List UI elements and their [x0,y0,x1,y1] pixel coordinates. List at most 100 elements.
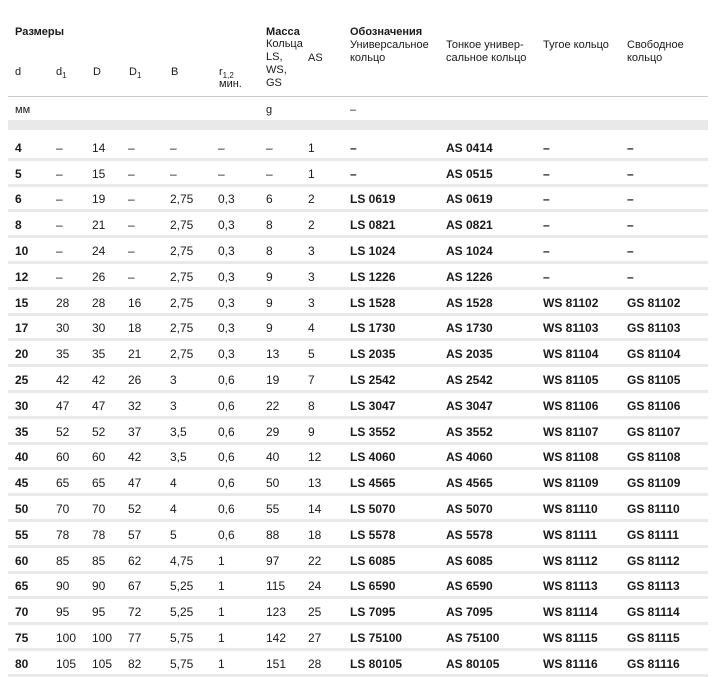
cell-B: 2,75 [170,290,218,316]
cell-free: GS 81109 [627,470,708,496]
cell-tight: WS 81106 [543,393,627,419]
cell-D: 42 [92,367,128,393]
cell-D: 90 [92,574,128,600]
cell-as-mass: 14 [308,496,350,522]
cell-universal: LS 1730 [350,316,446,342]
cell-as-mass: 7 [308,367,350,393]
tight-ring-label: Тугое кольцо [543,39,609,51]
cell-thin: AS 6085 [446,548,543,574]
sizes-heading: Размеры [15,26,65,38]
cell-free: – [627,187,708,213]
cell-B: 2,75 [170,316,218,342]
cell-d: 65 [8,574,56,600]
cell-B: 2,75 [170,264,218,290]
cell-thin: AS 0414 [446,135,543,161]
cell-free: GS 81102 [627,290,708,316]
cell-D1: 16 [128,290,170,316]
table-row: 30 47 47 32 3 0,6 22 8 LS 3047 AS 3047 WS 81106 GS … [8,393,708,419]
cell-r: 0,3 [218,316,266,342]
cell-d1: 42 [56,367,92,393]
cell-tight: – [543,187,627,213]
cell-free: GS 81110 [627,496,708,522]
header-rule [8,96,708,97]
cell-d1: – [56,187,92,213]
cell-mass: 151 [266,651,308,677]
cell-d: 30 [8,393,56,419]
cell-mass: 55 [266,496,308,522]
cell-d1: 28 [56,290,92,316]
cell-B: 5,75 [170,651,218,677]
cell-D: 70 [92,496,128,522]
cell-d: 50 [8,496,56,522]
cell-tight: WS 81111 [543,522,627,548]
cell-free: GS 81115 [627,625,708,651]
cell-B: 5,25 [170,599,218,625]
cell-as-mass: 3 [308,264,350,290]
cell-universal: LS 80105 [350,651,446,677]
cell-mass: 123 [266,599,308,625]
cell-D1: 18 [128,316,170,342]
cell-r: 0,3 [218,264,266,290]
cell-D1: 37 [128,419,170,445]
table-row: 65 90 90 67 5,25 1 115 24 LS 6590 AS 6590 WS 81113… [8,574,708,600]
thin-ring-label: Тонкое универ- [446,39,524,51]
cell-d: 8 [8,212,56,238]
cell-thin: AS 1730 [446,316,543,342]
cell-as-mass: 12 [308,445,350,471]
free-ring-label: Свободное [627,39,684,51]
cell-free: GS 81112 [627,548,708,574]
cell-mass: 9 [266,316,308,342]
cell-B: 3,5 [170,419,218,445]
cell-thin: AS 3047 [446,393,543,419]
cell-universal: LS 5578 [350,522,446,548]
cell-d: 60 [8,548,56,574]
table-body: 4–14– – – –1– AS 0414– –5–15– – – –1– AS 0515– –6–… [8,135,708,677]
cell-tight: WS 81109 [543,470,627,496]
cell-r: 0,6 [218,522,266,548]
cell-tight: – [543,135,627,161]
mass-ws-label: WS, [266,64,287,76]
cell-as-mass: 3 [308,238,350,264]
cell-d1: 60 [56,445,92,471]
cell-d1: 78 [56,522,92,548]
table-row: 15 28 28 16 2,75 0,3 9 3 LS 1528 AS 1528 WS 81102 G… [8,290,708,316]
cell-B: 4,75 [170,548,218,574]
cell-free: – [627,264,708,290]
cell-universal: LS 1528 [350,290,446,316]
cell-universal: LS 75100 [350,625,446,651]
cell-D1: 47 [128,470,170,496]
cell-universal: LS 0619 [350,187,446,213]
cell-thin: AS 0619 [446,187,543,213]
cell-universal: LS 5070 [350,496,446,522]
cell-D: 60 [92,445,128,471]
cell-as-mass: 24 [308,574,350,600]
table-row: 12–26–2,75 0,3 9 3 LS 1226 AS 1226– – [8,264,708,290]
cell-tight: WS 81104 [543,341,627,367]
cell-universal: LS 2035 [350,341,446,367]
cell-r: – [218,161,266,187]
cell-free: GS 81103 [627,316,708,342]
cell-d: 80 [8,651,56,677]
col-D1-header: D1 [129,66,142,81]
cell-thin: AS 1024 [446,238,543,264]
cell-tight: WS 81105 [543,367,627,393]
cell-tight: WS 81116 [543,651,627,677]
mass-heading: Масса [266,26,300,38]
cell-tight: WS 81110 [543,496,627,522]
cell-B: 4 [170,496,218,522]
table-row: 20 35 35 21 2,75 0,3 13 5 LS 2035 AS 2035 WS 81104… [8,341,708,367]
cell-universal: – [350,161,446,187]
cell-d1: 85 [56,548,92,574]
cell-tight: – [543,264,627,290]
cell-D1: 42 [128,445,170,471]
cell-D1: – [128,161,170,187]
cell-r: 0,6 [218,419,266,445]
cell-mass: 97 [266,548,308,574]
cell-tight: – [543,238,627,264]
table-row: 50 70 70 52 4 0,6 55 14 LS 5070 AS 5070 WS 81110 GS… [8,496,708,522]
table-row: 6–19–2,75 0,3 6 2 LS 0619 AS 0619– – [8,187,708,213]
col-B-header: B [171,66,179,78]
cell-universal: LS 6590 [350,574,446,600]
table-row: 55 78 78 57 5 0,6 88 18 LS 5578 AS 5578 WS 81111 GS… [8,522,708,548]
cell-d1: – [56,264,92,290]
